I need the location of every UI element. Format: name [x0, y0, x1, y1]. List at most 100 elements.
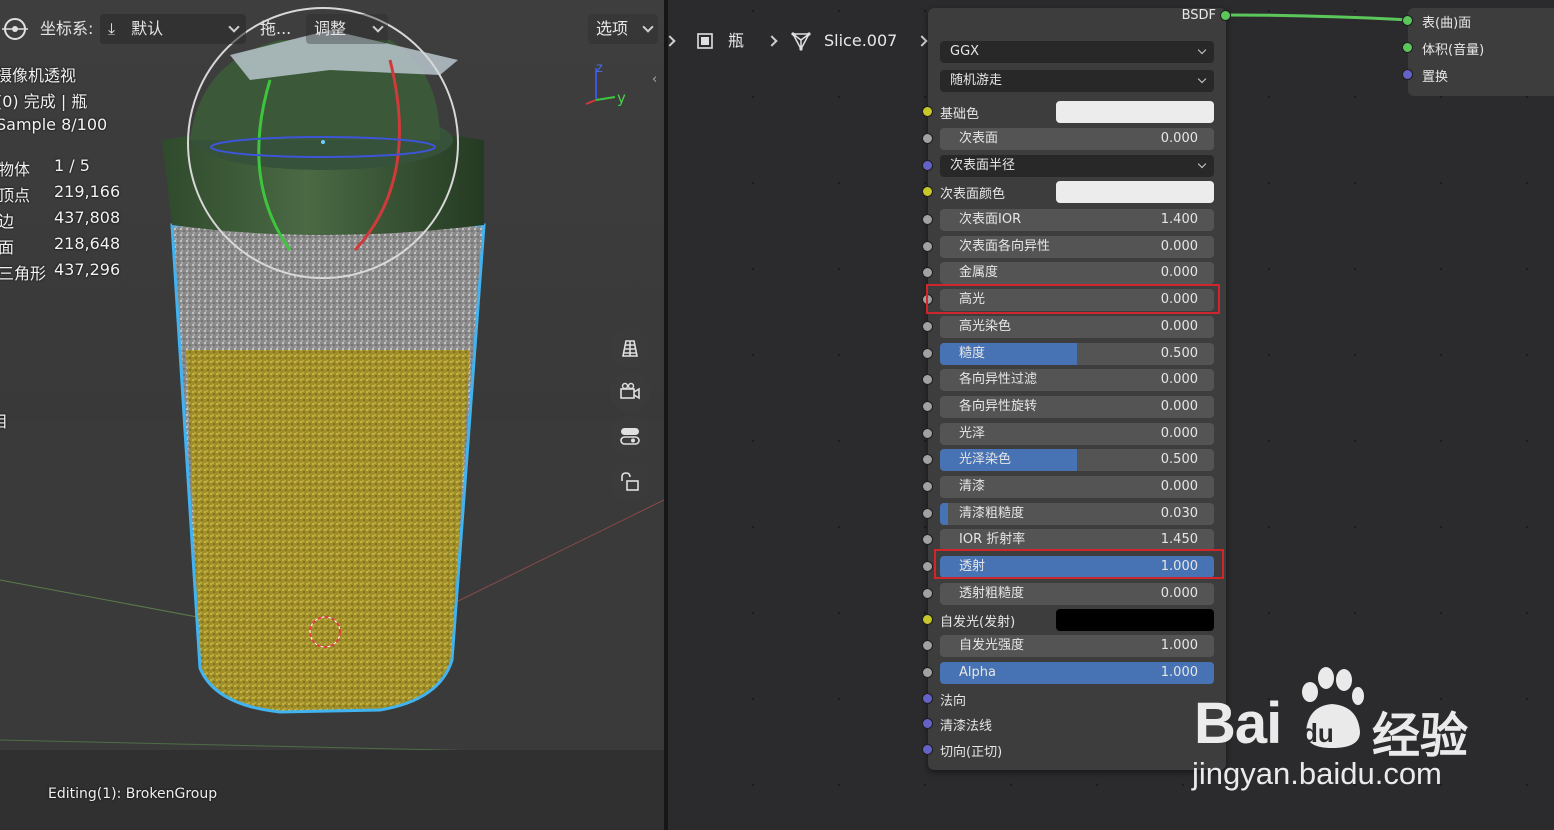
field-socket[interactable] [922, 321, 933, 332]
property-field[interactable]: IOR 折射率 1.450 [940, 529, 1214, 551]
clearcoat-normal-label: 清漆法线 [940, 719, 993, 734]
displacement-socket[interactable] [1402, 69, 1413, 80]
options-dropdown[interactable]: 选项 [588, 14, 658, 44]
base-color-swatch[interactable] [1056, 101, 1214, 123]
highlight-transmission [934, 549, 1224, 579]
transform-pivot-icon[interactable] [0, 14, 30, 44]
field-label: 各向异性旋转 [959, 399, 1038, 414]
property-field[interactable]: 次表面各向异性 0.000 [940, 236, 1214, 258]
principled-bsdf-node[interactable]: BSDF GGX 随机游走 基础色 次表面 0.000 次表面半径 次表面颜色 … [922, 8, 1231, 770]
subsurface-color-swatch[interactable] [1056, 181, 1214, 203]
adjust-dropdown[interactable]: 调整 [306, 14, 388, 44]
field-socket[interactable] [922, 588, 933, 599]
field-label: 透射粗糙度 [959, 586, 1025, 601]
stat-value-faces: 218,648 [54, 234, 121, 253]
subsurface-radius-label: 次表面半径 [950, 158, 1016, 173]
field-socket[interactable] [922, 374, 933, 385]
bsdf-output-label: BSDF [1181, 8, 1216, 23]
field-socket[interactable] [922, 348, 933, 359]
alpha-socket[interactable] [922, 667, 933, 678]
emission-strength-field[interactable]: 自发光强度 1.000 [940, 635, 1214, 657]
subsurface-radius-dropdown[interactable]: 次表面半径 [940, 155, 1214, 177]
coord-system-dropdown[interactable]: ⤓ 默认 [100, 14, 246, 44]
axis-y-label[interactable]: y [617, 89, 626, 107]
field-socket[interactable] [922, 534, 933, 545]
field-socket[interactable] [922, 214, 933, 225]
tangent-label: 切向(正切) [940, 745, 1003, 760]
toggle-perspective-button[interactable] [610, 416, 650, 456]
property-field[interactable]: 次表面IOR 1.400 [940, 209, 1214, 231]
distribution-dropdown[interactable]: GGX [940, 41, 1214, 63]
alpha-field[interactable]: Alpha 1.000 [940, 662, 1214, 684]
toggle-grid-view-button[interactable] [610, 328, 650, 368]
field-value: 0.500 [1160, 452, 1198, 467]
subsurface-socket[interactable] [922, 133, 933, 144]
property-field[interactable]: 高光染色 0.000 [940, 316, 1214, 338]
field-socket[interactable] [922, 241, 933, 252]
axis-z-label[interactable]: z [596, 61, 603, 76]
drag-menu[interactable]: 拖... [260, 14, 291, 44]
property-field[interactable]: 光泽 0.000 [940, 423, 1214, 445]
base-color-socket[interactable] [922, 106, 933, 117]
toggle-icon [620, 428, 640, 445]
subsurface-radius-socket[interactable] [922, 160, 933, 171]
field-value: 0.000 [1160, 586, 1198, 601]
normal-socket[interactable] [922, 693, 933, 704]
lock-camera-button[interactable] [610, 462, 650, 502]
emission-socket[interactable] [922, 614, 933, 625]
property-field[interactable]: 清漆粗糙度 0.030 [940, 503, 1214, 525]
property-field[interactable]: 清漆 0.000 [940, 476, 1214, 498]
property-field[interactable]: 糙度 0.500 [940, 343, 1214, 365]
shader-node-editor[interactable]: 瓶 Slice.007 kc-glass-rough BSDF GGX [664, 0, 1554, 830]
3d-viewport[interactable]: z y 坐标系: ⤓ 默认 拖... 调整 选项 ‹ 摄像机透视 (0) 完成 … [0, 0, 664, 830]
property-field[interactable]: 透射粗糙度 0.000 [940, 583, 1214, 605]
normal-label: 法向 [940, 694, 967, 709]
subsurface-color-label: 次表面颜色 [940, 187, 1006, 202]
sidebar-toggle-icon[interactable]: ‹ [652, 72, 662, 87]
displacement-input-label: 置换 [1422, 70, 1449, 85]
property-field[interactable]: 各向异性过滤 0.000 [940, 369, 1214, 391]
field-socket[interactable] [922, 401, 933, 412]
tangent-socket[interactable] [922, 744, 933, 755]
view-name: 摄像机透视 [0, 66, 77, 85]
bottle-liquid [186, 350, 470, 712]
clearcoat-normal-socket[interactable] [922, 718, 933, 729]
chevron-down-icon [372, 21, 384, 33]
camera-icon [620, 382, 640, 400]
emission-strength-socket[interactable] [922, 640, 933, 651]
field-socket[interactable] [922, 561, 933, 572]
field-socket[interactable] [922, 428, 933, 439]
property-field[interactable]: 光泽染色 0.500 [940, 449, 1214, 471]
subsurface-field[interactable]: 次表面 0.000 [940, 128, 1214, 150]
axis-y-line [595, 96, 616, 101]
field-value: 1.450 [1160, 532, 1198, 547]
grid-icon [622, 340, 638, 357]
chevron-down-icon [1197, 74, 1207, 84]
camera-view-button[interactable] [610, 372, 650, 412]
node-header[interactable]: BSDF [928, 8, 1226, 30]
field-value: 0.000 [1160, 399, 1198, 414]
field-socket[interactable] [922, 454, 933, 465]
field-socket[interactable] [922, 481, 933, 492]
subsurface-color-socket[interactable] [922, 186, 933, 197]
material-output-node[interactable]: 表(曲)面 体积(音量) 置换 [1402, 8, 1554, 96]
emission-label: 自发光(发射) [940, 615, 1016, 630]
bsdf-to-surface-link[interactable] [1227, 13, 1410, 22]
render-status: (0) 完成 | 瓶 [0, 92, 88, 111]
volume-socket[interactable] [1402, 42, 1413, 53]
options-label: 选项 [596, 19, 629, 38]
field-socket[interactable] [922, 508, 933, 519]
sample-count: Sample 8/100 [0, 115, 108, 134]
field-socket[interactable] [922, 267, 933, 278]
subsurface-method-dropdown[interactable]: 随机游走 [940, 70, 1214, 92]
bsdf-output-socket[interactable] [1220, 10, 1231, 21]
property-field[interactable]: 金属度 0.000 [940, 262, 1214, 284]
chevron-down-icon [1197, 45, 1207, 55]
coord-system-label: 坐标系: [40, 19, 94, 38]
surface-socket[interactable] [1402, 15, 1413, 26]
surface-input-label: 表(曲)面 [1422, 16, 1472, 31]
emission-color-swatch[interactable] [1056, 609, 1214, 631]
stat-value-triangles: 437,296 [54, 260, 121, 279]
property-field[interactable]: 各向异性旋转 0.000 [940, 396, 1214, 418]
field-label: 糙度 [959, 346, 986, 361]
